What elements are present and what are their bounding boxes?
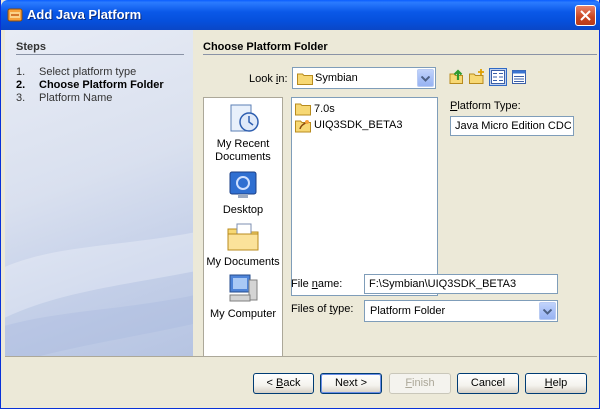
look-in-value: Symbian [315,72,358,84]
chevron-down-icon [543,309,552,315]
step-label: Platform Name [39,92,113,104]
finish-button[interactable]: Finish [389,373,451,394]
files-of-type-select[interactable]: Platform Folder [364,300,558,322]
look-in-dropdown-arrow[interactable] [417,69,434,87]
up-one-level-button[interactable] [447,68,465,86]
close-icon [580,10,591,21]
platform-type-value: Java Micro Edition CDC Pl [455,120,571,132]
step-label: Choose Platform Folder [39,79,164,91]
place-label: My Documents [206,256,280,268]
look-in-label: Look in: [249,73,288,85]
help-button[interactable]: Help [525,373,587,394]
steps-divider [16,54,184,55]
next-button[interactable]: Next > [320,373,382,394]
step-item: 3. Platform Name [16,92,164,105]
cancel-button[interactable]: Cancel [457,373,519,394]
my-documents-icon [227,223,259,251]
decorative-swirl [5,232,193,356]
up-one-level-icon [449,69,463,84]
button-bar-divider [5,356,597,357]
desktop-icon [229,171,257,198]
place-label: Desktop [222,204,264,216]
step-number: 2. [16,79,26,91]
details-view-button[interactable] [510,68,528,86]
place-my-recent-documents[interactable]: My Recent Documents [204,102,282,164]
new-folder-icon [469,69,484,84]
place-my-computer[interactable]: My Computer [204,272,282,321]
list-view-icon [491,70,505,84]
step-label: Select platform type [39,66,137,78]
files-of-type-dropdown-arrow[interactable] [539,302,556,320]
details-view-icon [512,70,526,84]
look-in-select[interactable]: Symbian [292,67,436,89]
file-name: 7.0s [314,103,335,115]
platform-folder-icon [295,120,311,133]
new-folder-button[interactable] [468,68,486,86]
place-label: My Recent [216,138,270,150]
my-computer-icon [229,274,258,302]
step-item: 1. Select platform type [16,66,164,79]
steps-panel: Steps 1. Select platform type 2. Choose Pl… [5,30,193,356]
file-list[interactable]: 7.0s UIQ3SDK_BETA3 [291,97,438,296]
place-desktop[interactable]: Desktop [204,168,282,217]
step-number: 3. [16,92,26,104]
choose-folder-panel: Choose Platform Folder Look in: Symbian [193,30,597,357]
close-button[interactable] [575,5,596,26]
file-name-input[interactable]: F:\Symbian\UIQ3SDK_BETA3 [364,274,558,294]
file-name-label: File name: [291,278,343,290]
files-of-type-label: Files of type: [291,303,354,315]
panel-heading: Choose Platform Folder [203,41,328,53]
panel-divider [203,54,597,55]
place-label: Documents [215,151,271,163]
places-bar: My Recent Documents Desktop My Documents [203,97,283,357]
folder-icon [295,103,311,116]
steps-list: 1. Select platform type 2. Choose Platform… [16,66,164,105]
step-item-current: 2. Choose Platform Folder [16,79,164,92]
folder-icon [297,73,313,85]
files-of-type-value: Platform Folder [370,305,446,317]
place-my-documents[interactable]: My Documents [204,220,282,269]
java-cup-icon [7,7,23,23]
step-number: 1. [16,66,26,78]
place-label: My Computer [209,308,277,320]
file-name: UIQ3SDK_BETA3 [314,119,403,131]
title-bar[interactable]: Add Java Platform [1,0,600,30]
add-java-platform-dialog: Add Java Platform Steps 1. Select platfor… [0,0,600,409]
platform-type-label: Platform Type: [450,100,521,112]
chevron-down-icon [421,76,430,82]
platform-type-field: Java Micro Edition CDC Pl [450,116,574,136]
window-title: Add Java Platform [27,7,142,22]
file-name-value: F:\Symbian\UIQ3SDK_BETA3 [369,278,517,290]
steps-heading: Steps [16,41,46,53]
recent-documents-icon [230,104,259,132]
list-view-button[interactable] [489,68,507,86]
back-button[interactable]: < Back [253,373,314,394]
